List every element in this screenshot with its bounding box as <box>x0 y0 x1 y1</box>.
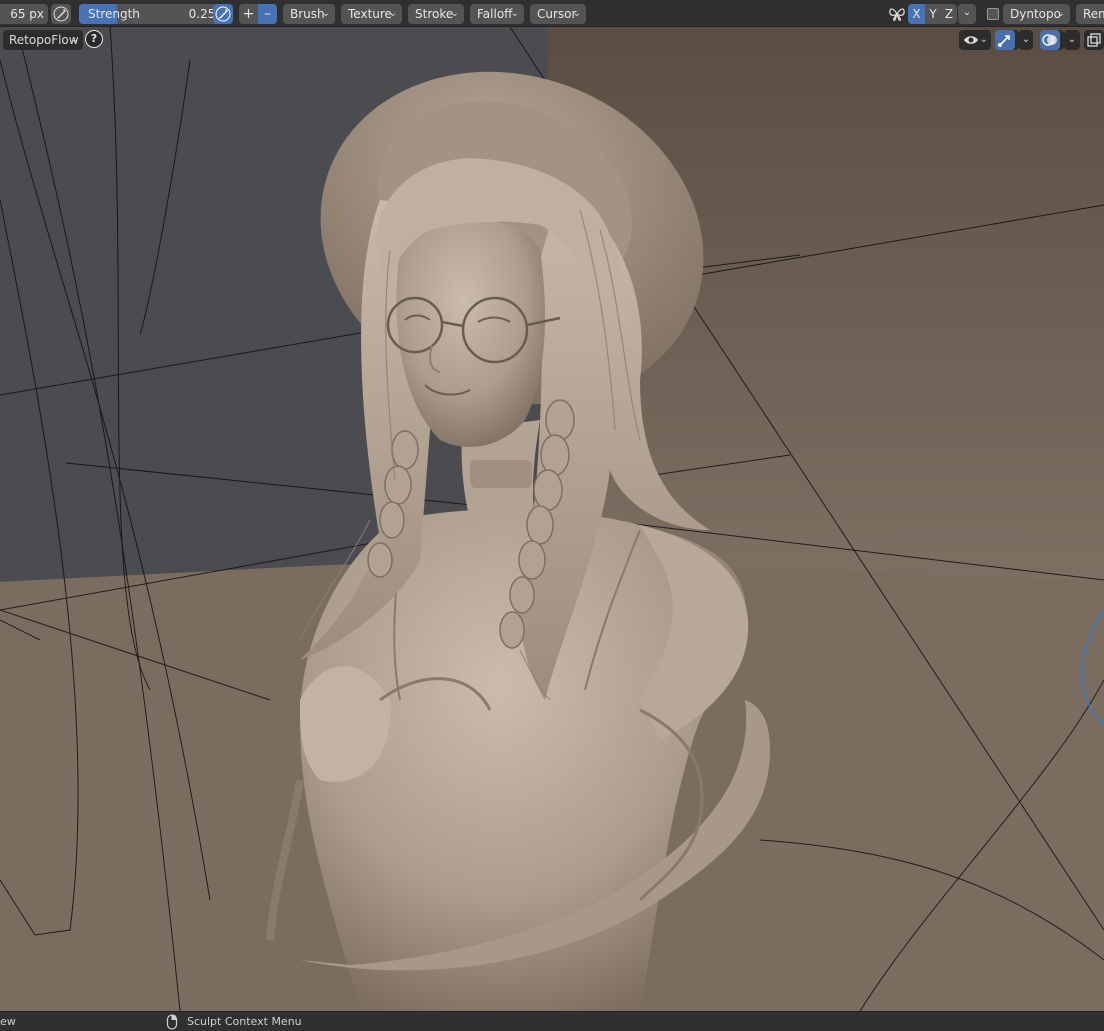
texture-menu[interactable]: Texture ⌄ <box>341 4 402 24</box>
brush-menu[interactable]: Brush ⌄ <box>283 4 335 24</box>
chevron-down-icon: ⌄ <box>388 8 397 19</box>
mirror-z-toggle[interactable]: Z <box>941 4 957 24</box>
stroke-menu-label: Stroke <box>415 7 454 21</box>
tool-header: 65 px Strength 0.250 + – Brush ⌄ Texture ⌄… <box>0 0 1104 27</box>
sculpt-context-menu-hint: Sculpt Context Menu <box>187 1015 302 1028</box>
chevron-down-icon: ⌄ <box>1056 8 1065 19</box>
xray-toggle[interactable] <box>1084 30 1104 50</box>
visibility-dropdown[interactable]: ⌄ <box>959 30 991 50</box>
chevron-down-icon: ⌄ <box>979 34 988 45</box>
chevron-down-icon: ⌄ <box>1067 34 1077 45</box>
mirror-y-toggle[interactable]: Y <box>925 4 941 24</box>
brush-menu-label: Brush <box>290 7 325 21</box>
pen-pressure-icon <box>215 6 231 22</box>
remesh-label: Rem <box>1083 7 1104 21</box>
overlays-dropdown[interactable] <box>1040 30 1064 50</box>
overlays-options-dropdown[interactable]: ⌄ <box>1064 30 1080 50</box>
mouse-icon <box>166 1014 178 1030</box>
chevron-down-icon: ⌄ <box>450 8 459 19</box>
xray-icon <box>1087 33 1101 47</box>
axis-x-label: X <box>912 7 921 21</box>
eye-icon <box>964 36 978 44</box>
dyntopo-label: Dyntopo <box>1010 7 1061 21</box>
dyntopo-checkbox[interactable] <box>983 4 1003 24</box>
mirror-x-toggle[interactable]: X <box>908 4 925 24</box>
texture-menu-label: Texture <box>348 7 392 21</box>
chevron-down-icon: ⌄ <box>962 7 972 18</box>
chevron-down-icon: ⌄ <box>1021 34 1031 45</box>
chevron-down-icon: ⌄ <box>510 8 519 19</box>
butterfly-mirror-icon <box>889 8 905 21</box>
chevron-down-icon: ⌄ <box>572 8 581 19</box>
add-mode-button[interactable]: + <box>239 4 258 24</box>
gizmo-dropdown[interactable] <box>995 30 1019 50</box>
strength-label: Strength <box>88 7 140 21</box>
status-bar: ew Sculpt Context Menu <box>0 1011 1104 1031</box>
stroke-menu[interactable]: Stroke ⌄ <box>408 4 464 24</box>
cursor-menu[interactable]: Cursor ⌄ <box>530 4 586 24</box>
falloff-menu-label: Falloff <box>477 7 513 21</box>
strength-slider[interactable]: Strength 0.250 <box>79 4 231 24</box>
arrow-gizmo-icon <box>998 35 1010 47</box>
mirror-button[interactable] <box>887 4 907 24</box>
chevron-down-icon: ⌄ <box>321 8 330 19</box>
gizmo-options-dropdown[interactable]: ⌄ <box>1019 30 1033 50</box>
radius-pressure-button[interactable] <box>51 4 71 24</box>
3d-viewport[interactable] <box>0 0 1104 1011</box>
falloff-menu[interactable]: Falloff ⌄ <box>470 4 524 24</box>
radius-field[interactable]: 65 px <box>0 4 48 24</box>
plus-label: + <box>242 6 255 22</box>
retopoflow-menu[interactable]: RetopoFlow ⌄ <box>3 30 83 50</box>
axis-z-label: Z <box>944 7 954 21</box>
status-left-text: ew <box>0 1015 16 1028</box>
dyntopo-menu[interactable]: Dyntopo ⌄ <box>1003 4 1070 24</box>
checkbox-box <box>987 8 999 20</box>
sculpt-scene <box>0 0 1104 1011</box>
pen-pressure-icon <box>53 6 69 22</box>
symmetry-options-button[interactable]: ⌄ <box>958 4 976 24</box>
strength-pressure-button[interactable] <box>213 4 233 24</box>
axis-y-label: Y <box>929 7 937 21</box>
help-button[interactable]: ? <box>85 30 103 48</box>
remesh-menu[interactable]: Rem <box>1076 4 1104 24</box>
gizmo-toggle[interactable] <box>995 30 1015 50</box>
minus-label: – <box>264 6 271 22</box>
cursor-menu-label: Cursor <box>537 7 577 21</box>
retopoflow-label: RetopoFlow <box>9 33 79 47</box>
overlays-toggle[interactable] <box>1040 30 1060 50</box>
chevron-down-icon: ⌄ <box>70 34 79 45</box>
overlay-circles-icon <box>1042 34 1057 46</box>
subtract-mode-button[interactable]: – <box>258 4 277 24</box>
radius-value: 65 px <box>10 7 44 21</box>
help-label: ? <box>90 32 98 45</box>
